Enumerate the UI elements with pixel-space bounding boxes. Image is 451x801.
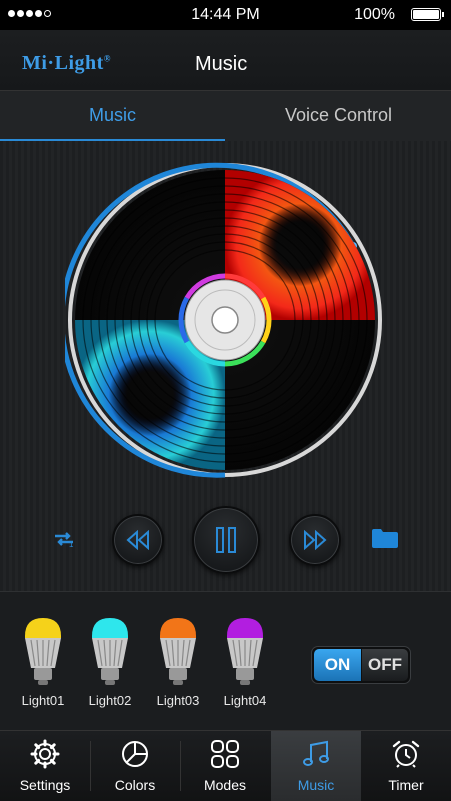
- light-bulb-2[interactable]: [90, 616, 130, 686]
- segment-tabs: Music Voice Control: [0, 91, 451, 141]
- fast-forward-button[interactable]: [289, 514, 341, 566]
- grid-icon: [211, 740, 239, 768]
- folder-icon[interactable]: [371, 527, 399, 549]
- light-bulb-1[interactable]: [23, 616, 63, 686]
- music-disc: [59, 160, 385, 480]
- light-bulb-3[interactable]: [158, 616, 198, 686]
- fast-forward-icon: [304, 530, 327, 550]
- pause-button[interactable]: [192, 506, 260, 574]
- pause-icon: [216, 527, 236, 553]
- light-label-3: Light03: [156, 693, 200, 708]
- off-button[interactable]: OFF: [362, 649, 408, 681]
- power-toggle: ON OFF: [312, 647, 410, 683]
- rewind-icon: [126, 530, 149, 550]
- tab-settings[interactable]: Settings: [0, 731, 90, 801]
- tab-music[interactable]: Music: [0, 91, 225, 141]
- alarm-clock-icon: [392, 740, 420, 768]
- status-bar: 14:44 PM 100%: [0, 0, 451, 30]
- tab-timer[interactable]: Timer: [361, 731, 451, 801]
- light-bulb-4[interactable]: [225, 616, 265, 686]
- svg-text:1: 1: [69, 540, 74, 549]
- gear-icon: [30, 739, 60, 769]
- tab-modes-label: Modes: [203, 777, 247, 793]
- repeat-icon[interactable]: 1: [52, 529, 76, 549]
- milight-logo: Mi·Light®: [22, 52, 112, 74]
- app-header: Mi·Light® Music: [0, 30, 451, 91]
- bottom-tab-bar: Settings Colors Modes Music Timer: [0, 730, 451, 801]
- battery-percentage: 100%: [354, 6, 395, 23]
- page-title: Music: [195, 53, 248, 75]
- music-note-icon: [303, 740, 329, 766]
- light-label-4: Light04: [223, 693, 267, 708]
- light-label-1: Light01: [21, 693, 65, 708]
- tab-timer-label: Timer: [388, 777, 424, 793]
- tab-voice-control[interactable]: Voice Control: [226, 91, 451, 141]
- rewind-button[interactable]: [112, 514, 164, 566]
- on-button[interactable]: ON: [314, 649, 361, 681]
- tab-modes[interactable]: Modes: [180, 731, 270, 801]
- tab-settings-label: Settings: [19, 777, 71, 793]
- light-label-2: Light02: [88, 693, 132, 708]
- pie-chart-icon: [122, 741, 148, 767]
- tab-colors[interactable]: Colors: [90, 731, 180, 801]
- tab-music-nav[interactable]: Music: [271, 731, 361, 801]
- tab-music-nav-label: Music: [297, 777, 335, 793]
- tab-colors-label: Colors: [114, 777, 156, 793]
- battery-icon: [411, 8, 444, 21]
